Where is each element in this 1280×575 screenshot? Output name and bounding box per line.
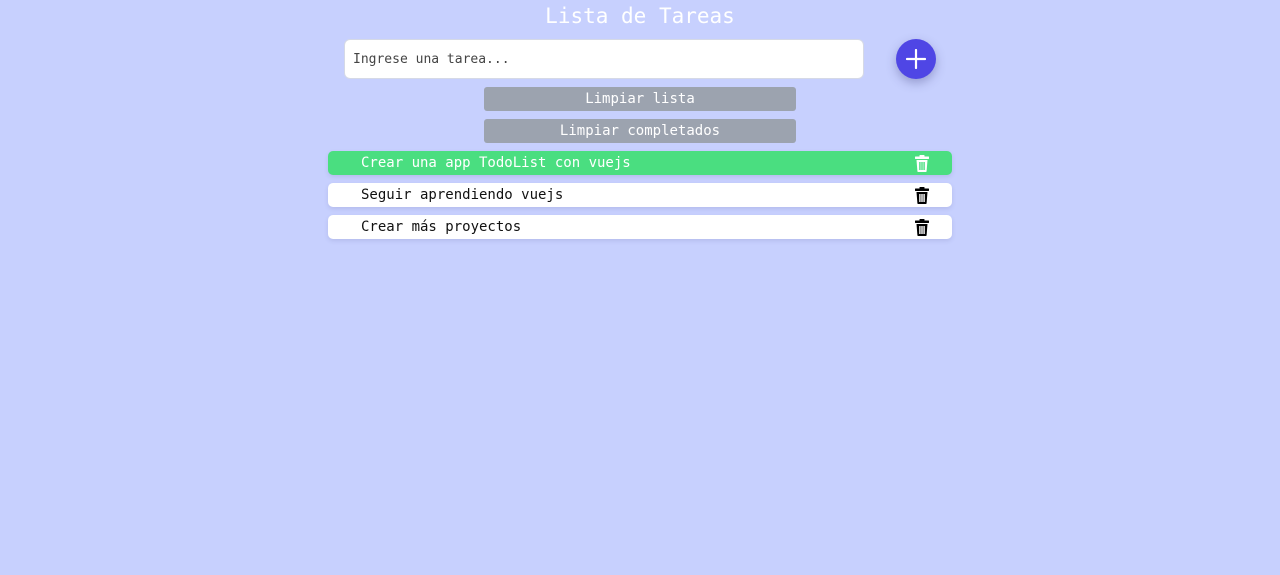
task-text: Crear una app TodoList con vuejs — [361, 155, 631, 171]
task-item[interactable]: Crear una app TodoList con vuejs — [328, 151, 952, 175]
plus-icon — [906, 49, 926, 69]
clear-completed-button[interactable]: Limpiar completados — [484, 119, 796, 143]
trash-icon[interactable] — [914, 155, 930, 172]
task-item[interactable]: Crear más proyectos — [328, 215, 952, 239]
task-item[interactable]: Seguir aprendiendo vuejs — [328, 183, 952, 207]
clear-list-button[interactable]: Limpiar lista — [484, 87, 796, 111]
trash-icon[interactable] — [914, 187, 930, 204]
todo-app: Lista de Tareas Limpiar lista Limpiar co… — [0, 0, 1280, 575]
task-input[interactable] — [344, 39, 864, 79]
task-list: Crear una app TodoList con vuejs Seguir … — [328, 151, 952, 247]
page-title: Lista de Tareas — [545, 4, 735, 28]
task-text: Seguir aprendiendo vuejs — [361, 187, 564, 203]
task-text: Crear más proyectos — [361, 219, 522, 235]
add-task-button[interactable] — [896, 39, 936, 79]
trash-icon[interactable] — [914, 219, 930, 236]
